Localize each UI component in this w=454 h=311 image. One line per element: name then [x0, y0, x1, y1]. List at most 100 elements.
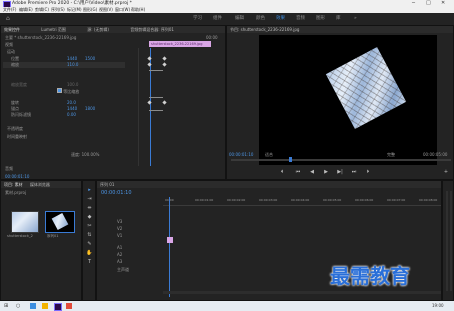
rotated-image: [325, 47, 407, 129]
ruler-tick: 00:00:01:00: [195, 198, 214, 202]
quality-dropdown[interactable]: 完整: [387, 152, 395, 158]
program-scrubber[interactable]: [231, 157, 451, 162]
workspace-color[interactable]: 颜色: [256, 15, 265, 23]
workspace-graphics[interactable]: 图形: [316, 15, 325, 23]
section-video: 视频: [5, 42, 13, 47]
project-item-name: shutterstock_2: [7, 234, 33, 238]
program-timecode[interactable]: 00:00:01:10: [229, 152, 253, 158]
timeline-scrollbar[interactable]: [163, 291, 441, 294]
fit-dropdown[interactable]: 适合: [265, 152, 273, 158]
scale-value[interactable]: 110.0: [67, 62, 78, 68]
ruler-tick: 00:00:02:00: [227, 198, 246, 202]
section-audio: 音频: [5, 166, 13, 171]
home-icon[interactable]: ⌂: [6, 15, 10, 23]
track-a2[interactable]: A2: [117, 252, 122, 258]
step-forward-button[interactable]: ▶|: [335, 169, 345, 176]
add-button[interactable]: +: [441, 169, 451, 176]
taskbar-premiere-icon[interactable]: [54, 303, 62, 311]
project-tabs: 项目: 素材 媒体浏览器: [1, 181, 81, 188]
taskbar-clock: 19:00: [432, 303, 444, 308]
project-item-thumb[interactable]: [11, 211, 39, 233]
sequence-thumb-image: [51, 212, 69, 231]
slip-tool-icon[interactable]: ⇅: [85, 232, 94, 239]
track-a1[interactable]: A1: [117, 245, 122, 251]
timeline-timecode[interactable]: 00:00:01:10: [101, 190, 132, 196]
program-monitor-panel: 节目: shutterstock_2236-22169.jpg 00:00:01…: [226, 25, 454, 180]
track-v1[interactable]: V1: [117, 233, 122, 239]
param-uniform-scale: 等比缩放: [57, 88, 79, 95]
tab-media-browser[interactable]: 媒体浏览器: [30, 182, 50, 187]
mark-in-button[interactable]: ⏴: [277, 169, 287, 176]
ruler-tick: 00:00:03:00: [259, 198, 278, 202]
keyframe[interactable]: [162, 100, 167, 105]
scrubber-playhead[interactable]: [289, 157, 292, 162]
search-icon[interactable]: ○: [16, 301, 20, 311]
ruler-tick: 00:00:04:00: [291, 198, 310, 202]
anti-flicker-value[interactable]: 0.00: [67, 112, 76, 118]
watermark: 最需教育: [330, 264, 410, 288]
audio-meter-bar: [446, 191, 448, 291]
timeline-title: 序列 01: [97, 181, 441, 188]
go-to-out-button[interactable]: ⏭: [349, 169, 359, 176]
ruler-tick: 00:00:06:00: [355, 198, 374, 202]
scale-graph-line: [149, 70, 163, 98]
track-v2[interactable]: V2: [117, 226, 122, 232]
velocity-graph: [149, 110, 163, 131]
rate-stretch-tool-icon[interactable]: ◆: [85, 214, 94, 221]
program-duration: 00:00:05:00: [423, 152, 448, 157]
ripple-edit-tool-icon[interactable]: ⇹: [85, 205, 94, 212]
clip-label: shutterstock_2236-22169.jpg: [151, 42, 203, 46]
tab-audio-mixer[interactable]: 音频剪辑混合器: 序列01: [130, 27, 174, 32]
hand-tool-icon[interactable]: ✋: [85, 250, 94, 257]
workspace-assembly[interactable]: 组件: [213, 15, 222, 23]
ruler-tick: 00:00:08:00: [419, 198, 438, 202]
razor-tool-icon[interactable]: ✂: [85, 223, 94, 230]
workspace-effects[interactable]: 效果: [276, 15, 285, 23]
ec-timecode-top: 00:00: [206, 35, 218, 40]
audio-meter-panel: [442, 180, 454, 301]
tab-effect-controls[interactable]: 效果控件: [4, 27, 20, 32]
track-v3[interactable]: V3: [117, 219, 122, 225]
pen-tool-icon[interactable]: ✎: [85, 241, 94, 248]
uniform-scale-checkbox[interactable]: [57, 88, 62, 93]
track-select-tool-icon[interactable]: ⇥: [85, 196, 94, 203]
keyframe[interactable]: [162, 56, 167, 61]
maximize-button[interactable]: □: [426, 0, 431, 7]
tab-project[interactable]: 项目: 素材: [4, 182, 23, 187]
close-button[interactable]: ✕: [441, 0, 445, 7]
ruler-tick: 00:00:05:00: [323, 198, 342, 202]
fx-opacity: 不透明度: [7, 126, 23, 131]
sequence-thumb[interactable]: [45, 211, 75, 233]
timeline-clip[interactable]: [167, 237, 173, 243]
taskbar-app-icon[interactable]: [66, 303, 72, 309]
minimize-button[interactable]: ─: [412, 0, 415, 7]
play-button[interactable]: ▶: [321, 169, 331, 176]
step-back-button[interactable]: ◀: [307, 169, 317, 176]
workspace-audio[interactable]: 音频: [296, 15, 305, 23]
effect-controls-panel: 效果控件 Lumetri 范围 源: (无剪辑) 音频剪辑混合器: 序列01 主…: [0, 25, 226, 180]
project-path: 素材.prproj: [5, 190, 27, 195]
title-bar: Adobe Premiere Pro 2020 - C:\用户\Video\素材…: [0, 0, 454, 8]
start-icon[interactable]: ⊞: [4, 301, 8, 311]
timeline-ruler[interactable]: 00:00 00:00:01:00 00:00:02:00 00:00:03:0…: [163, 197, 441, 206]
type-tool-icon[interactable]: T: [85, 259, 94, 266]
workspace-more-icon[interactable]: »: [354, 15, 357, 23]
taskbar-app-icon[interactable]: [30, 303, 36, 309]
workspace-libraries[interactable]: 库: [336, 15, 341, 23]
taskbar: ⊞ ○ 19:00: [0, 301, 454, 311]
tab-lumetri[interactable]: Lumetri 范围: [41, 27, 66, 32]
go-to-in-button[interactable]: ⏮: [293, 169, 303, 176]
selection-tool-icon[interactable]: ▸: [85, 187, 94, 194]
timeline-playhead[interactable]: [169, 197, 170, 297]
program-viewer: [259, 35, 437, 165]
workspace-edit[interactable]: 编辑: [235, 15, 244, 23]
workspace-learn[interactable]: 学习: [193, 15, 202, 23]
track-a3[interactable]: A3: [117, 259, 122, 265]
taskbar-app-icon[interactable]: [42, 303, 48, 309]
mark-out-button[interactable]: ⏵: [363, 169, 373, 176]
ec-speed-label: 速度: 100.00%: [71, 152, 100, 157]
branch-texture: [325, 47, 407, 129]
keyframe[interactable]: [162, 62, 167, 67]
fx-motion: 运动: [7, 49, 15, 54]
tab-source[interactable]: 源: (无剪辑): [87, 27, 109, 32]
